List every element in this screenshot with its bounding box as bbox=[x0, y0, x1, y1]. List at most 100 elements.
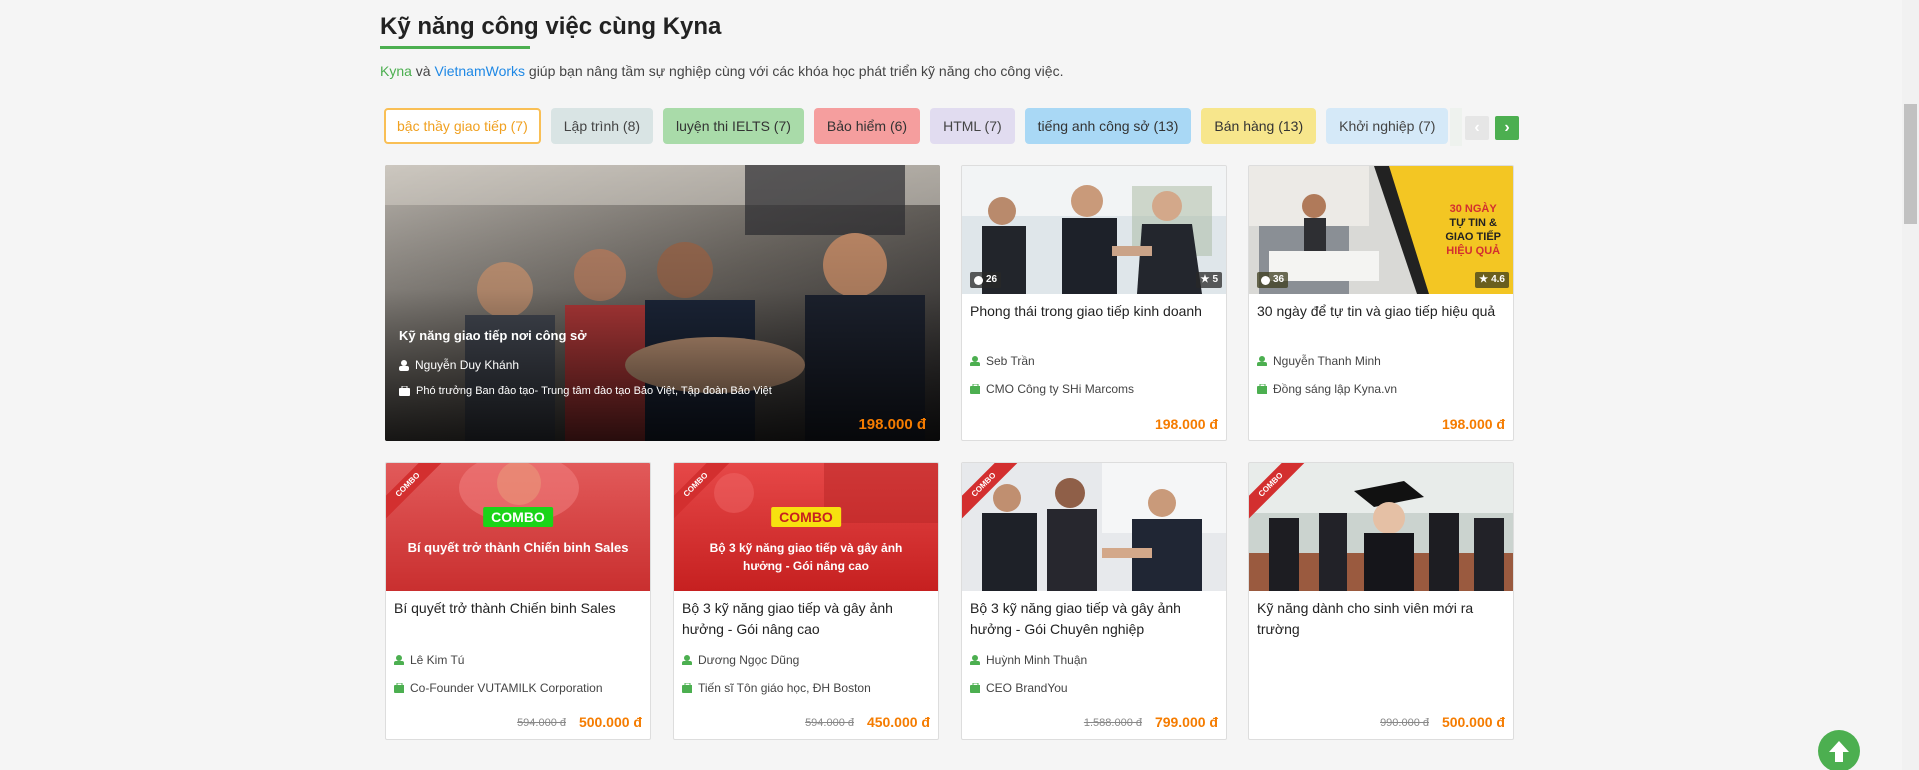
course-image: COMBO Bộ 3 kỹ năng giao tiếp và gây ảnh … bbox=[674, 463, 938, 591]
banner-line: 30 NGÀY bbox=[1449, 203, 1497, 215]
user-icon bbox=[1257, 356, 1267, 366]
tab-html[interactable]: HTML (7) bbox=[930, 108, 1015, 144]
tab-bac-thay-giao-tiep[interactable]: bậc thầy giao tiếp (7) bbox=[384, 108, 541, 144]
tab-khoi-nghiep[interactable]: Khởi nghiệp (7) bbox=[1326, 108, 1449, 144]
combo-label: COMBO bbox=[483, 507, 553, 527]
briefcase-icon bbox=[399, 386, 410, 396]
course-author: Huỳnh Minh Thuận bbox=[986, 653, 1088, 667]
user-icon bbox=[970, 655, 980, 665]
banner-line: GIAO TIẾP bbox=[1445, 231, 1501, 243]
course-author-position: Tiến sĩ Tôn giáo học, ĐH Boston bbox=[698, 681, 871, 695]
course-banner-text: 30 NGÀY TỰ TIN & GIAO TIẾP HIỆU QUẢ bbox=[1445, 202, 1501, 258]
lessons-count: 26 bbox=[986, 274, 998, 285]
briefcase-icon bbox=[682, 683, 692, 693]
course-author: Dương Ngọc Dũng bbox=[698, 653, 800, 667]
tab-tieng-anh-cong-so[interactable]: tiếng anh công sở (13) bbox=[1024, 108, 1192, 144]
course-card[interactable]: COMBO Bí quyết trở thành Chiến binh Sale… bbox=[385, 462, 651, 740]
chevron-right-icon: › bbox=[1504, 119, 1510, 136]
arrow-up-icon bbox=[1829, 741, 1849, 762]
user-icon bbox=[394, 655, 404, 665]
course-image: COMBO bbox=[1249, 463, 1513, 591]
course-title: Kỹ năng dành cho sinh viên mới ra trường bbox=[1257, 600, 1474, 637]
course-old-price: 990.000 đ bbox=[1380, 717, 1429, 729]
author-row: Seb Trần bbox=[970, 354, 1035, 368]
course-author: Seb Trần bbox=[986, 354, 1035, 368]
position-row: Đồng sáng lập Kyna.vn bbox=[1257, 382, 1397, 396]
kyna-link[interactable]: Kyna bbox=[380, 63, 412, 79]
user-icon bbox=[970, 356, 980, 366]
title-underline bbox=[380, 46, 530, 49]
course-author-position: Co-Founder VUTAMILK Corporation bbox=[410, 681, 603, 695]
tabs-prev-button[interactable]: ‹ bbox=[1465, 116, 1489, 140]
course-image: COMBO Bí quyết trở thành Chiến binh Sale… bbox=[386, 463, 650, 591]
tab-luyen-thi-ielts[interactable]: luyện thi IELTS (7) bbox=[663, 108, 804, 144]
briefcase-icon bbox=[970, 384, 980, 394]
tabs-next-button[interactable]: › bbox=[1495, 116, 1519, 140]
vietnamworks-link[interactable]: VietnamWorks bbox=[435, 63, 526, 79]
combo-label: COMBO bbox=[771, 507, 841, 527]
course-author-position: CMO Công ty SHi Marcoms bbox=[986, 382, 1135, 396]
author-row: Nguyễn Thanh Minh bbox=[1257, 354, 1381, 368]
course-author-position: CEO BrandYou bbox=[986, 681, 1068, 695]
featured-position: Phó trưởng Ban đào tạo- Trung tâm đào tạ… bbox=[416, 385, 772, 397]
featured-position-row: Phó trưởng Ban đào tạo- Trung tâm đào tạ… bbox=[399, 385, 772, 397]
intro-and-text: và bbox=[411, 63, 435, 79]
featured-course-title: Kỹ năng giao tiếp nơi công sở bbox=[399, 328, 587, 343]
course-author: Nguyễn Thanh Minh bbox=[1273, 354, 1381, 368]
course-card[interactable]: COMBO Bộ 3 kỹ năng giao tiếp và gây ảnh … bbox=[673, 462, 939, 740]
position-row: Co-Founder VUTAMILK Corporation bbox=[394, 681, 603, 695]
intro-rest-text: giúp bạn nâng tầm sự nghiệp cùng với các… bbox=[525, 63, 1064, 79]
course-author: Lê Kim Tú bbox=[410, 653, 465, 667]
rating-value: 4.6 bbox=[1491, 274, 1505, 285]
play-icon bbox=[1261, 275, 1270, 285]
course-image: 30 NGÀY TỰ TIN & GIAO TIẾP HIỆU QUẢ 36 ★… bbox=[1249, 166, 1513, 294]
course-price: 500.000 đ bbox=[578, 714, 642, 730]
combo-image-text: Bộ 3 kỹ năng giao tiếp và gây ảnh hưởng … bbox=[709, 541, 903, 573]
featured-course-image bbox=[385, 165, 940, 441]
course-image: 26 ★ 5 bbox=[962, 166, 1226, 294]
course-price: 198.000 đ bbox=[1441, 416, 1505, 432]
section-intro: Kyna và VietnamWorks giúp bạn nâng tầm s… bbox=[380, 63, 1063, 79]
featured-author: Nguyễn Duy Khánh bbox=[415, 358, 520, 372]
featured-price: 198.000 đ bbox=[858, 416, 926, 433]
rating-badge: ★ 5 bbox=[1196, 272, 1222, 288]
course-card[interactable]: COMBO Bộ 3 kỹ năng giao tiếp và gây ảnh … bbox=[961, 462, 1227, 740]
user-icon bbox=[682, 655, 692, 665]
tab-bao-hiem[interactable]: Bảo hiểm (6) bbox=[813, 108, 921, 144]
course-card[interactable]: COMBO Kỹ năng dành cho sinh viên mới ra … bbox=[1248, 462, 1514, 740]
position-row: CEO BrandYou bbox=[970, 681, 1068, 695]
back-to-top-button[interactable] bbox=[1818, 730, 1860, 770]
course-title: Phong thái trong giao tiếp kinh doanh bbox=[970, 303, 1202, 319]
course-title: Bí quyết trở thành Chiến binh Sales bbox=[394, 600, 616, 616]
course-card[interactable]: 26 ★ 5 Phong thái trong giao tiếp kinh do… bbox=[961, 165, 1227, 441]
scrollbar-thumb[interactable] bbox=[1904, 104, 1917, 224]
course-old-price: 594.000 đ bbox=[517, 717, 566, 729]
course-title: 30 ngày để tự tin và giao tiếp hiệu quả bbox=[1257, 303, 1496, 319]
course-card[interactable]: 30 NGÀY TỰ TIN & GIAO TIẾP HIỆU QUẢ 36 ★… bbox=[1248, 165, 1514, 441]
course-price: 198.000 đ bbox=[1154, 416, 1218, 432]
banner-line: HIỆU QUẢ bbox=[1446, 245, 1501, 257]
course-author-position: Đồng sáng lập Kyna.vn bbox=[1273, 382, 1398, 396]
user-icon bbox=[399, 359, 409, 371]
banner-line: TỰ TIN & bbox=[1449, 217, 1497, 229]
category-tabs: bậc thầy giao tiếp (7) Lập trình (8) luy… bbox=[384, 108, 1524, 146]
tab-ban-hang[interactable]: Bán hàng (13) bbox=[1201, 108, 1317, 144]
rating-badge: ★ 4.6 bbox=[1475, 272, 1509, 288]
star-icon: ★ bbox=[1479, 274, 1489, 285]
featured-course-card[interactable]: Kỹ năng giao tiếp nơi công sở Nguyễn Duy… bbox=[385, 165, 940, 441]
course-title: Bộ 3 kỹ năng giao tiếp và gây ảnh hưởng … bbox=[970, 600, 1181, 637]
course-price: 799.000 đ bbox=[1154, 714, 1218, 730]
position-row: Tiến sĩ Tôn giáo học, ĐH Boston bbox=[682, 681, 871, 695]
combo-image-text: Bí quyết trở thành Chiến binh Sales bbox=[407, 540, 629, 555]
course-title: Bộ 3 kỹ năng giao tiếp và gây ảnh hưởng … bbox=[682, 600, 893, 637]
tab-lap-trinh[interactable]: Lập trình (8) bbox=[550, 108, 654, 144]
briefcase-icon bbox=[394, 683, 404, 693]
briefcase-icon bbox=[970, 683, 980, 693]
briefcase-icon bbox=[1257, 384, 1267, 394]
page-scrollbar[interactable] bbox=[1902, 0, 1919, 770]
featured-author-row: Nguyễn Duy Khánh bbox=[399, 358, 519, 372]
author-row: Huỳnh Minh Thuận bbox=[970, 653, 1087, 667]
star-icon: ★ bbox=[1200, 274, 1210, 285]
chevron-left-icon: ‹ bbox=[1474, 119, 1480, 136]
lessons-badge: 26 bbox=[970, 272, 1002, 288]
